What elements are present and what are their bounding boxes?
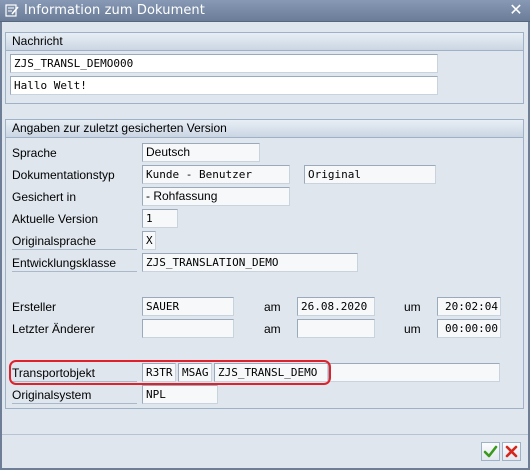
origsprache-field[interactable]: X <box>142 231 156 250</box>
transport-highlight-frame <box>9 360 331 385</box>
origsystem-label: Originalsystem <box>12 386 137 404</box>
dialog-window: Information zum Dokument ✕ Nachricht ZJS… <box>0 0 530 470</box>
origsystem-field[interactable]: NPL <box>142 385 218 404</box>
gesichert-label: Gesichert in <box>12 190 77 204</box>
nachricht-group: Nachricht ZJS_TRANSL_DEMO000 Hallo Welt! <box>5 32 524 104</box>
confirm-button[interactable] <box>481 442 500 461</box>
entwklasse-label: Entwicklungsklasse <box>12 254 137 272</box>
letzter-date-field[interactable] <box>297 319 375 338</box>
window-title: Information zum Dokument <box>24 3 205 18</box>
letzter-field[interactable] <box>142 319 234 338</box>
cancel-button[interactable] <box>502 442 521 461</box>
aktversion-label: Aktuelle Version <box>12 212 99 226</box>
cancel-x-icon <box>505 445 518 458</box>
footer-separator <box>2 434 528 435</box>
checkmark-icon <box>483 445 498 458</box>
title-bar[interactable]: Information zum Dokument ✕ <box>0 0 530 22</box>
version-header: Angaben zur zuletzt gesicherten Version <box>6 120 523 138</box>
dialog-body: Nachricht ZJS_TRANSL_DEMO000 Hallo Welt!… <box>2 22 528 468</box>
ersteller-date-field[interactable]: 26.08.2020 <box>297 297 375 316</box>
letzter-am-label: am <box>264 322 281 336</box>
gesichert-field[interactable]: - Rohfassung <box>142 187 290 206</box>
aktversion-field[interactable]: 1 <box>142 209 178 228</box>
message-text-field[interactable]: Hallo Welt! <box>10 76 438 95</box>
transport-extra-field[interactable] <box>328 363 500 382</box>
ersteller-um-label: um <box>404 300 421 314</box>
entwklasse-field[interactable]: ZJS_TRANSLATION_DEMO <box>142 253 358 272</box>
sprache-field[interactable]: Deutsch <box>142 143 260 162</box>
letzter-um-label: um <box>404 322 421 336</box>
doktyp-field[interactable]: Kunde - Benutzer <box>142 165 290 184</box>
doktyp-status-field[interactable]: Original <box>304 165 436 184</box>
doktyp-label: Dokumentationstyp <box>12 168 115 182</box>
nachricht-header: Nachricht <box>6 33 523 51</box>
ersteller-field[interactable]: SAUER <box>142 297 234 316</box>
ersteller-label: Ersteller <box>12 300 57 314</box>
document-edit-icon <box>5 4 19 17</box>
ersteller-time-field[interactable]: 20:02:04 <box>437 297 501 316</box>
close-icon[interactable]: ✕ <box>508 3 524 19</box>
message-name-field[interactable]: ZJS_TRANSL_DEMO000 <box>10 54 438 73</box>
sprache-label: Sprache <box>12 146 57 160</box>
letzter-time-field[interactable]: 00:00:00 <box>437 319 501 338</box>
version-group: Angaben zur zuletzt gesicherten Version … <box>5 119 524 409</box>
origsprache-label: Originalsprache <box>12 232 137 250</box>
ersteller-am-label: am <box>264 300 281 314</box>
letzter-label: Letzter Änderer <box>12 322 95 336</box>
